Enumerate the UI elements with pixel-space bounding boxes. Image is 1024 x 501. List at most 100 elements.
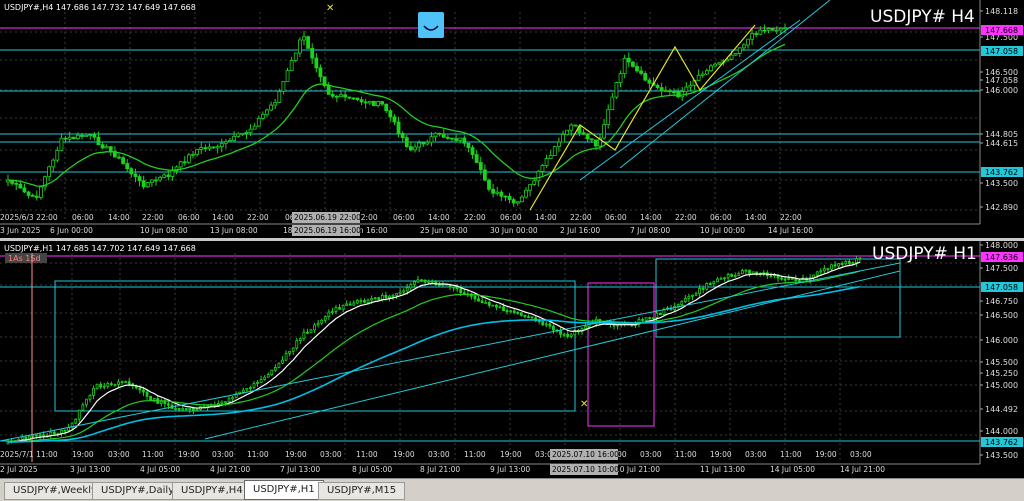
cursor-time-label: 2025.06.19 22:00 bbox=[294, 213, 361, 222]
candle-body bbox=[833, 264, 837, 267]
candle-body bbox=[774, 29, 779, 32]
candle-body bbox=[60, 429, 63, 434]
candle-body bbox=[227, 398, 231, 403]
candle-body bbox=[124, 381, 128, 383]
tab-h4[interactable]: USDJPY#,H4 bbox=[172, 482, 252, 500]
time-label: 19:00 bbox=[393, 450, 415, 459]
candle-body bbox=[626, 57, 631, 63]
date-label: 7 Jul 13:00 bbox=[280, 465, 320, 474]
candle-body bbox=[537, 320, 541, 323]
time-label: 19:00 bbox=[500, 450, 522, 459]
candle-body bbox=[733, 275, 737, 277]
time-label: 03:00 bbox=[850, 450, 872, 459]
h4-chart[interactable]: 148.118147.500147.058146.500146.000144.8… bbox=[0, 0, 1024, 238]
candle-body bbox=[614, 82, 619, 98]
candle-body bbox=[117, 381, 120, 385]
candle-body bbox=[536, 171, 541, 182]
candle-body bbox=[133, 173, 138, 178]
candle-body bbox=[63, 429, 67, 432]
candle-body bbox=[748, 269, 751, 275]
candle-body bbox=[452, 286, 456, 289]
candle-body bbox=[455, 287, 459, 290]
candle-body bbox=[178, 161, 183, 168]
price-label: 146.000 bbox=[985, 86, 1018, 95]
candle-body bbox=[241, 389, 245, 393]
candle-body bbox=[154, 179, 158, 182]
h1-chart-pane[interactable]: 148.000 147.500 146.750 146.500 146.000 145.5… bbox=[0, 241, 1024, 478]
candle-body bbox=[581, 132, 586, 135]
candle-body bbox=[18, 183, 23, 189]
candle-body bbox=[726, 274, 730, 279]
candle-body bbox=[384, 103, 389, 112]
candle-body bbox=[491, 188, 496, 194]
time-label: 19:00 bbox=[178, 450, 200, 459]
candle-body bbox=[610, 96, 615, 111]
candle-body bbox=[75, 134, 80, 139]
candle-body bbox=[167, 403, 170, 406]
h1-chart[interactable]: 148.000 147.500 146.750 146.500 146.000 145.5… bbox=[0, 241, 1024, 478]
candle-body bbox=[77, 409, 81, 420]
candle-body bbox=[285, 70, 290, 82]
candle-body bbox=[429, 136, 434, 143]
candle-body bbox=[758, 29, 763, 35]
cursor-time-label: 2025.07.10 10:00 bbox=[552, 465, 619, 474]
candle-body bbox=[778, 27, 783, 31]
candle-body bbox=[769, 275, 773, 278]
candle-body bbox=[480, 300, 484, 304]
candle-body bbox=[616, 324, 619, 327]
candle-body bbox=[302, 36, 306, 41]
tab-weekly[interactable]: USDJPY#,Weekly bbox=[4, 482, 106, 500]
candle-body bbox=[780, 277, 783, 280]
candle-body bbox=[822, 268, 826, 272]
candle-body bbox=[248, 128, 253, 133]
candle-body bbox=[191, 408, 195, 411]
time-label: 22:00 bbox=[780, 213, 802, 222]
candle-body bbox=[373, 297, 377, 300]
candle-body bbox=[417, 142, 422, 148]
candle-body bbox=[573, 124, 578, 127]
candle-body bbox=[704, 70, 709, 75]
candle-body bbox=[556, 141, 561, 148]
candle-body bbox=[420, 279, 423, 282]
h4-chart-pane[interactable]: 148.118 147.500 147.058 146.500 146.000 144.8… bbox=[0, 0, 1024, 238]
tab-daily[interactable]: USDJPY#,Daily bbox=[92, 482, 184, 500]
candle-body bbox=[487, 301, 491, 306]
tab-m15[interactable]: USDJPY#,M15 bbox=[318, 482, 406, 500]
candle-body bbox=[359, 99, 364, 103]
date-label: 10 Jul 21:00 bbox=[615, 465, 660, 474]
moving-average-line bbox=[8, 285, 861, 443]
candle-body bbox=[540, 165, 545, 172]
candle-body bbox=[309, 329, 313, 334]
time-label: 06:00 bbox=[72, 213, 94, 222]
time-label: 14:00 bbox=[535, 213, 557, 222]
candle-body bbox=[519, 312, 523, 316]
candle-body bbox=[402, 290, 406, 293]
candle-body bbox=[195, 149, 200, 155]
candle-body bbox=[42, 434, 46, 437]
candle-body bbox=[643, 72, 648, 81]
candle-body bbox=[88, 394, 92, 400]
candle-body bbox=[851, 262, 855, 265]
candle-body bbox=[459, 288, 463, 294]
price-label: 145.000 bbox=[985, 381, 1018, 390]
candle-body bbox=[252, 125, 257, 130]
candle-body bbox=[345, 303, 349, 306]
candle-body bbox=[404, 137, 409, 148]
candle-body bbox=[92, 387, 95, 396]
price-label: 146.500 bbox=[985, 68, 1018, 77]
candle-body bbox=[339, 94, 343, 98]
candle-body bbox=[158, 176, 163, 181]
moving-average-line bbox=[7, 270, 861, 443]
candle-body bbox=[473, 295, 477, 300]
date-label: 14 Jul 21:00 bbox=[840, 465, 885, 474]
candle-body bbox=[783, 27, 787, 30]
chart-watermark: USDJPY# H1 bbox=[872, 244, 977, 264]
date-label: 4 Jul 21:00 bbox=[210, 465, 250, 474]
candle-body bbox=[683, 297, 687, 302]
price-highlight-label: 143.762 bbox=[985, 438, 1018, 447]
candle-body bbox=[199, 147, 204, 150]
candle-body bbox=[331, 311, 334, 313]
candle-body bbox=[80, 134, 84, 137]
tab-h1[interactable]: USDJPY#,H1 bbox=[244, 480, 324, 500]
candle-body bbox=[644, 317, 648, 321]
